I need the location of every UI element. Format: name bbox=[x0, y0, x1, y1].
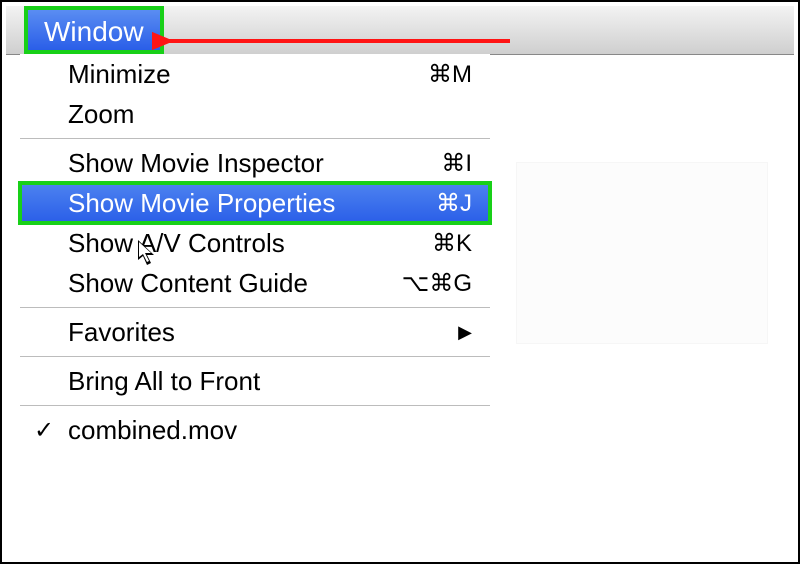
menu-separator bbox=[20, 307, 490, 308]
window-menu-dropdown: Minimize ⌘M Zoom Show Movie Inspector ⌘I… bbox=[20, 54, 490, 450]
menu-item-bring-all-to-front[interactable]: Bring All to Front bbox=[20, 361, 490, 401]
menu-item-show-av-controls[interactable]: Show A/V Controls ⌘K bbox=[20, 223, 490, 263]
screenshot-stage: Window Minimize ⌘M Zoom Show Movie Inspe… bbox=[0, 0, 800, 564]
menu-item-shortcut: ⌘M bbox=[428, 60, 472, 89]
menu-item-minimize[interactable]: Minimize ⌘M bbox=[20, 54, 490, 94]
menu-separator bbox=[20, 405, 490, 406]
menu-item-favorites[interactable]: Favorites ▶ bbox=[20, 312, 490, 352]
menu-item-label: Show Movie Properties bbox=[68, 188, 335, 219]
menu-item-shortcut: ⌘I bbox=[441, 149, 472, 178]
menu-item-label: Zoom bbox=[68, 99, 134, 130]
menu-item-window-combined-mov[interactable]: ✓ combined.mov bbox=[20, 410, 490, 450]
checkmark-icon: ✓ bbox=[34, 416, 54, 445]
menu-item-label: Bring All to Front bbox=[68, 366, 260, 397]
menu-title-window[interactable]: Window bbox=[24, 6, 164, 54]
menu-item-label: Favorites bbox=[68, 317, 175, 348]
menu-separator bbox=[20, 356, 490, 357]
menu-item-label: Show Movie Inspector bbox=[68, 148, 324, 179]
submenu-arrow-icon: ▶ bbox=[458, 322, 472, 343]
menu-item-label: Minimize bbox=[68, 59, 171, 90]
menu-separator bbox=[20, 138, 490, 139]
menu-item-label: Show Content Guide bbox=[68, 268, 308, 299]
menubar: Window bbox=[6, 6, 794, 55]
background-window-ghost bbox=[516, 162, 768, 344]
menu-item-shortcut: ⌘K bbox=[432, 229, 472, 258]
menu-item-show-movie-inspector[interactable]: Show Movie Inspector ⌘I bbox=[20, 143, 490, 183]
menu-item-show-movie-properties[interactable]: Show Movie Properties ⌘J bbox=[20, 183, 490, 223]
menu-item-shortcut: ⌥⌘G bbox=[402, 269, 472, 298]
menu-item-zoom[interactable]: Zoom bbox=[20, 94, 490, 134]
menu-item-label: Show A/V Controls bbox=[68, 228, 285, 259]
menu-item-shortcut: ⌘J bbox=[436, 189, 472, 218]
menu-item-show-content-guide[interactable]: Show Content Guide ⌥⌘G bbox=[20, 263, 490, 303]
menu-item-label: combined.mov bbox=[68, 415, 237, 446]
